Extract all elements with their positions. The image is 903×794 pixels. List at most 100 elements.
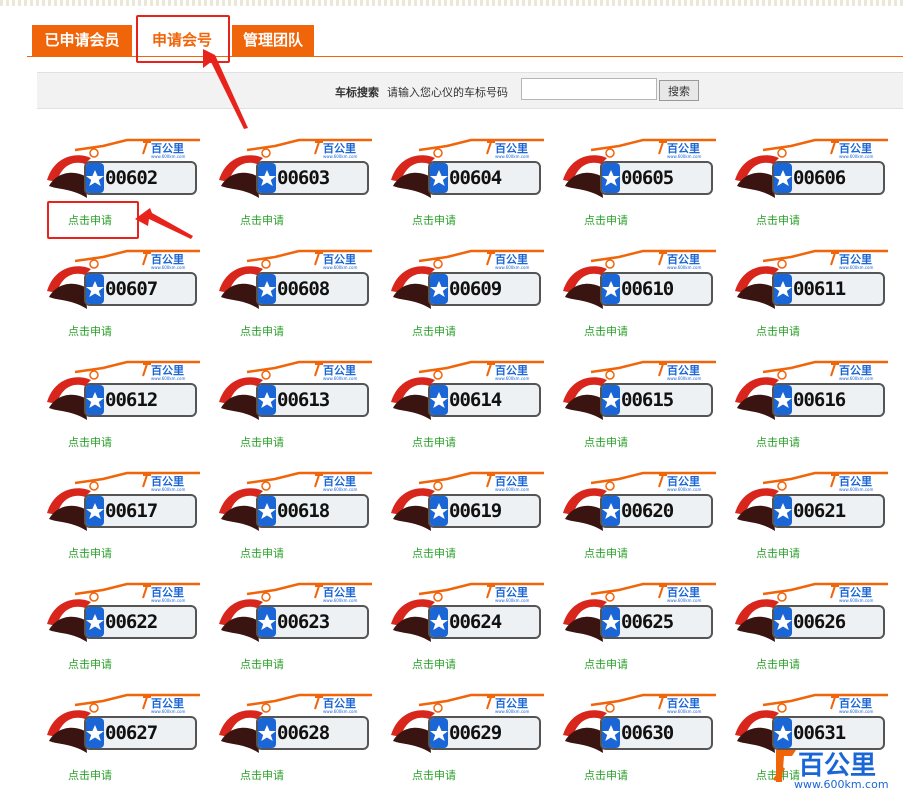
license-plate: 百公里 www.600km.com 00630 [561, 691, 716, 756]
plate-number: 00612 [105, 389, 158, 411]
license-plate: 百公里 www.600km.com 00602 [45, 136, 200, 201]
apply-link[interactable]: 点击申请 [240, 212, 284, 228]
apply-link[interactable]: 点击申请 [584, 323, 628, 339]
apply-link[interactable]: 点击申请 [68, 323, 112, 339]
license-plate: 百公里 www.600km.com 00606 [733, 136, 888, 201]
apply-link[interactable]: 点击申请 [756, 212, 800, 228]
apply-link[interactable]: 点击申请 [584, 767, 628, 783]
apply-link[interactable]: 点击申请 [240, 323, 284, 339]
plate-number: 00615 [621, 389, 674, 411]
plate-logo-url: www.600km.com [495, 265, 529, 270]
license-plate: 百公里 www.600km.com 00629 [389, 691, 544, 756]
plate-logo-url: www.600km.com [495, 709, 529, 714]
apply-link[interactable]: 点击申请 [756, 545, 800, 561]
plate-number: 00623 [277, 611, 330, 633]
watermark-brand: 百公里 [798, 751, 876, 781]
apply-link[interactable]: 点击申请 [68, 434, 112, 450]
license-plate: 百公里 www.600km.com 00623 [217, 580, 372, 645]
plate-logo-url: www.600km.com [839, 154, 873, 159]
license-plate: 百公里 www.600km.com 00612 [45, 358, 200, 423]
plate-logo-url: www.600km.com [495, 598, 529, 603]
license-plate: 百公里 www.600km.com 00627 [45, 691, 200, 756]
license-plate: 百公里 www.600km.com 00614 [389, 358, 544, 423]
license-plate: 百公里 www.600km.com 00609 [389, 247, 544, 312]
apply-link[interactable]: 点击申请 [756, 434, 800, 450]
apply-link[interactable]: 点击申请 [68, 545, 112, 561]
tab-management-team[interactable]: 管理团队 [232, 25, 314, 56]
license-plate: 百公里 www.600km.com 00625 [561, 580, 716, 645]
plate-number: 00621 [793, 500, 846, 522]
plate-number: 00618 [277, 500, 330, 522]
license-plate: 百公里 www.600km.com 00607 [45, 247, 200, 312]
apply-link[interactable]: 点击申请 [584, 656, 628, 672]
plate-number: 00611 [793, 278, 846, 300]
apply-link[interactable]: 点击申请 [240, 767, 284, 783]
apply-link[interactable]: 点击申请 [240, 545, 284, 561]
apply-link[interactable]: 点击申请 [412, 212, 456, 228]
plate-number: 00613 [277, 389, 330, 411]
plate-number: 00620 [621, 500, 674, 522]
license-plate: 百公里 www.600km.com 00605 [561, 136, 716, 201]
plate-logo-url: www.600km.com [495, 376, 529, 381]
plate-logo-url: www.600km.com [151, 709, 185, 714]
plate-logo-url: www.600km.com [667, 154, 701, 159]
plate-number: 00616 [793, 389, 846, 411]
plate-logo-url: www.600km.com [839, 376, 873, 381]
license-plate: 百公里 www.600km.com 00611 [733, 247, 888, 312]
apply-link[interactable]: 点击申请 [756, 323, 800, 339]
apply-link[interactable]: 点击申请 [412, 545, 456, 561]
plate-number: 00627 [105, 722, 158, 744]
apply-link[interactable]: 点击申请 [584, 212, 628, 228]
apply-link[interactable]: 点击申请 [240, 656, 284, 672]
search-button[interactable]: 搜索 [659, 80, 699, 101]
plate-logo-url: www.600km.com [495, 154, 529, 159]
apply-link[interactable]: 点击申请 [584, 545, 628, 561]
search-bar: 车标搜索 请输入您心仪的车标号码 搜索 [37, 72, 903, 109]
plate-logo-url: www.600km.com [839, 709, 873, 714]
license-plate: 百公里 www.600km.com 00617 [45, 469, 200, 534]
plate-number: 00625 [621, 611, 674, 633]
plate-logo-url: www.600km.com [151, 154, 185, 159]
apply-link[interactable]: 点击申请 [240, 434, 284, 450]
plate-number: 00630 [621, 722, 674, 744]
plate-logo-url: www.600km.com [667, 487, 701, 492]
apply-link[interactable]: 点击申请 [68, 656, 112, 672]
apply-link[interactable]: 点击申请 [412, 434, 456, 450]
plate-number: 00604 [449, 167, 502, 189]
watermark-url: www.600km.com [794, 778, 889, 790]
plate-logo-url: www.600km.com [667, 709, 701, 714]
plate-number: 00617 [105, 500, 158, 522]
plate-logo-url: www.600km.com [495, 487, 529, 492]
license-plate: 百公里 www.600km.com 00620 [561, 469, 716, 534]
apply-link[interactable]: 点击申请 [412, 767, 456, 783]
plate-logo-url: www.600km.com [323, 598, 357, 603]
apply-link[interactable]: 点击申请 [412, 656, 456, 672]
plate-number: 00607 [105, 278, 158, 300]
license-plate: 百公里 www.600km.com 00603 [217, 136, 372, 201]
plate-logo-url: www.600km.com [323, 376, 357, 381]
license-plate: 百公里 www.600km.com 00619 [389, 469, 544, 534]
search-input[interactable] [521, 78, 657, 100]
plate-logo-url: www.600km.com [323, 265, 357, 270]
apply-link[interactable]: 点击申请 [584, 434, 628, 450]
plate-logo-url: www.600km.com [323, 154, 357, 159]
plate-number: 00606 [793, 167, 846, 189]
plate-logo-url: www.600km.com [839, 265, 873, 270]
plate-logo-url: www.600km.com [323, 709, 357, 714]
plate-number: 00614 [449, 389, 502, 411]
license-plate: 百公里 www.600km.com 00628 [217, 691, 372, 756]
license-plate: 百公里 www.600km.com 00604 [389, 136, 544, 201]
plate-number: 00609 [449, 278, 502, 300]
plate-logo-url: www.600km.com [667, 598, 701, 603]
plate-number: 00608 [277, 278, 330, 300]
plate-logo-url: www.600km.com [151, 376, 185, 381]
search-hint: 请输入您心仪的车标号码 [387, 86, 508, 99]
apply-link[interactable]: 点击申请 [68, 767, 112, 783]
plate-number: 00610 [621, 278, 674, 300]
license-plate: 百公里 www.600km.com 00610 [561, 247, 716, 312]
annotation-box-apply-link [47, 201, 139, 239]
apply-link[interactable]: 点击申请 [756, 656, 800, 672]
apply-link[interactable]: 点击申请 [412, 323, 456, 339]
tab-applied-members[interactable]: 已申请会员 [32, 25, 132, 56]
plate-number: 00624 [449, 611, 502, 633]
